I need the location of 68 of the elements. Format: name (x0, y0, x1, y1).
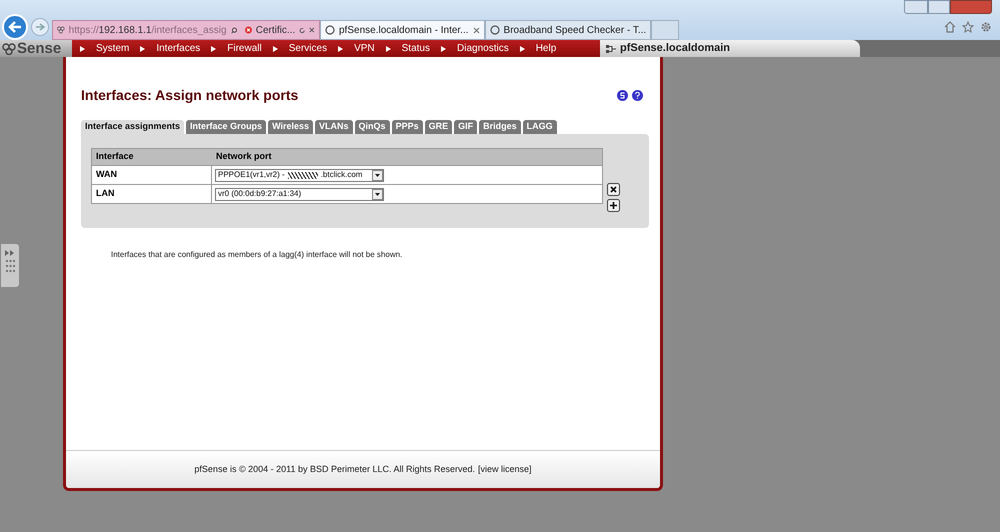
certificate-error-text[interactable]: Certific... (256, 22, 296, 38)
browser-tab[interactable]: Broadband Speed Checker - T... (484, 20, 652, 40)
port-dropdown[interactable]: vr0 (00:0d:b9:27:a1:34) (215, 188, 384, 200)
tab[interactable]: GRE (424, 120, 452, 134)
pfsense-logo[interactable]: Sense (0, 40, 72, 57)
arrow-icon (520, 46, 525, 52)
menu-item[interactable]: System (96, 41, 130, 56)
forward-button[interactable] (31, 18, 49, 36)
pfsense-logo-icon (57, 25, 65, 35)
arrow-icon (80, 46, 85, 52)
tab[interactable]: LAGG (522, 120, 557, 134)
search-icon[interactable] (230, 26, 237, 34)
table-cell: LAN (92, 185, 212, 203)
arrow-icon (386, 46, 391, 52)
tab[interactable]: QinQs (354, 120, 390, 134)
minimize-button[interactable] (904, 0, 928, 14)
close-icon[interactable] (309, 26, 315, 34)
logo-rings-icon (2, 42, 16, 54)
tab[interactable]: Bridges (479, 120, 521, 134)
refresh-icon[interactable] (299, 26, 306, 34)
left-arrow-icon (8, 21, 22, 33)
arrow-icon (211, 46, 216, 52)
right-arrow-icon (35, 23, 45, 31)
tab[interactable]: VLANs (315, 120, 353, 134)
close-icon[interactable] (472, 26, 480, 34)
side-panel-handle[interactable] (0, 243, 20, 288)
grip-icon (6, 260, 14, 272)
tab[interactable]: Wireless (268, 120, 314, 134)
menu-item[interactable]: Diagnostics (457, 41, 509, 56)
tab[interactable]: Interface Groups (186, 120, 266, 134)
dropdown-caret-icon (372, 188, 383, 200)
menu-item[interactable]: Firewall (227, 41, 262, 56)
arrow-icon (140, 46, 146, 52)
arrow-icon (338, 46, 344, 52)
browser-tab[interactable]: pfSense.localdomain - Inter... (320, 20, 485, 40)
menu-item[interactable]: Services (288, 41, 328, 56)
dropdown-caret-icon (372, 170, 383, 180)
home-icon[interactable] (944, 21, 956, 33)
column-header: Network port (215, 150, 272, 164)
network-icon (606, 44, 616, 54)
port-dropdown[interactable]: PPPOE1(vr1,vr2) - .btclick.com (215, 168, 384, 182)
restore-button[interactable] (928, 0, 950, 14)
table-cell: WAN (92, 166, 212, 184)
error-icon (244, 25, 252, 35)
copyright-text: pfSense is © 2004 - 2011 by BSD Perimeter LLC. All Rights Reserved. (194, 462, 476, 476)
double-arrow-icon (5, 250, 15, 256)
help-icon[interactable] (632, 90, 643, 101)
menu-item[interactable]: Status (402, 41, 430, 56)
tab[interactable]: GIF (454, 120, 478, 134)
menu-item[interactable]: VPN (354, 41, 375, 56)
url-text: https://192.168.1.1/interfaces_assig (68, 24, 227, 38)
add-row-icon[interactable] (607, 199, 620, 212)
tab[interactable]: PPPs (392, 120, 423, 134)
view-license-link[interactable]: [view license] (478, 462, 532, 476)
back-button[interactable] (2, 14, 28, 40)
settings-icon[interactable] (980, 21, 992, 33)
delete-row-icon[interactable] (607, 183, 620, 196)
menu-item[interactable]: Interfaces (156, 41, 200, 56)
tab[interactable]: Interface assignments (81, 120, 184, 134)
arrow-icon (441, 46, 446, 52)
address-bar[interactable]: https://192.168.1.1/interfaces_assig Certific... (52, 20, 320, 40)
arrow-icon (272, 46, 278, 52)
star-icon[interactable] (962, 21, 974, 33)
page-title: Interfaces: Assign network ports (81, 86, 298, 105)
status-icon[interactable] (617, 90, 628, 101)
menu-item[interactable]: Help (536, 41, 556, 56)
column-header: Interface (95, 150, 135, 164)
note-text: Interfaces that are configured as members of a lagg(4) interface will not be shown. (111, 249, 404, 261)
